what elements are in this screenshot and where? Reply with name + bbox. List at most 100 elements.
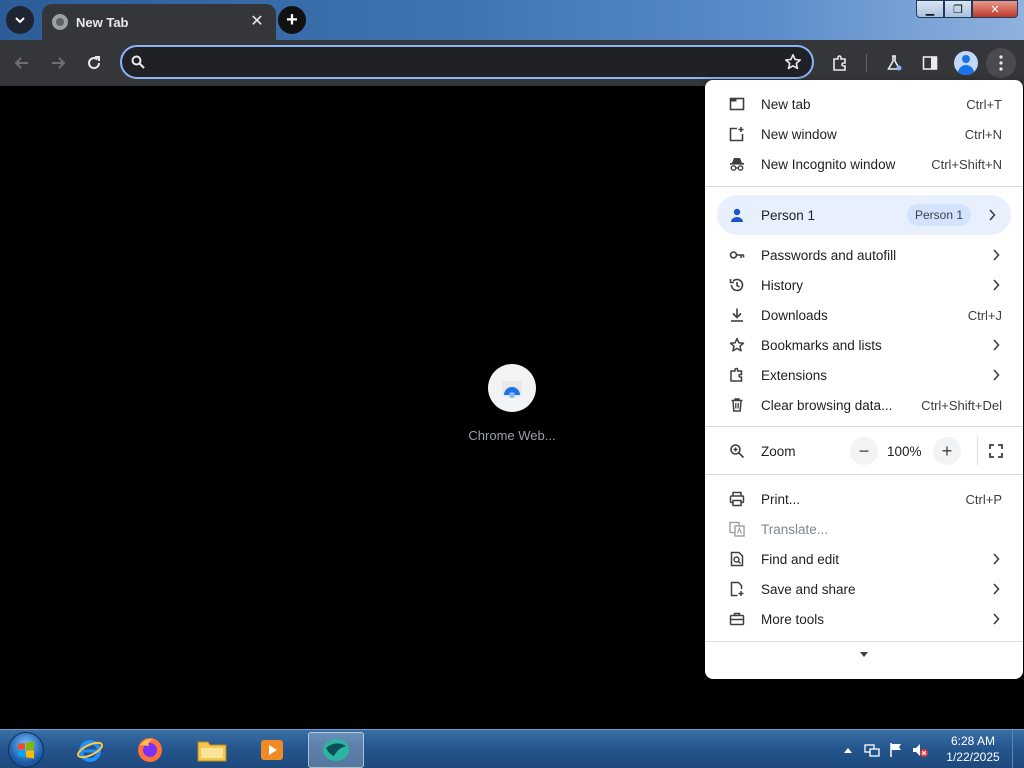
menu-divider <box>705 474 1023 475</box>
menu-item-label: Bookmarks and lists <box>761 337 882 353</box>
menu-item-new-window[interactable]: New window Ctrl+N <box>705 119 1023 149</box>
bookmark-star-icon[interactable] <box>784 53 802 71</box>
avatar-icon <box>954 51 978 75</box>
print-icon <box>729 491 745 507</box>
folder-icon <box>197 741 227 762</box>
caret-down-icon[interactable] <box>860 652 868 658</box>
menu-item-new-incognito-window[interactable]: New Incognito window Ctrl+Shift+N <box>705 149 1023 179</box>
menu-item-shortcut: Ctrl+N <box>964 126 1002 142</box>
menu-item-more-tools[interactable]: More tools <box>705 604 1023 634</box>
chevron-right-icon <box>993 369 1000 381</box>
side-panel-button[interactable] <box>918 51 942 75</box>
menu-item-passwords-autofill[interactable]: Passwords and autofill <box>705 240 1023 270</box>
show-hidden-icons-icon[interactable] <box>840 742 856 758</box>
menu-item-translate[interactable]: Translate... <box>705 514 1023 544</box>
arrow-right-icon <box>52 57 66 69</box>
menu-item-extensions[interactable]: Extensions <box>705 360 1023 390</box>
start-button[interactable] <box>8 732 44 768</box>
menu-item-print[interactable]: Print... Ctrl+P <box>705 484 1023 514</box>
chevron-right-icon <box>993 583 1000 595</box>
restore-button[interactable]: ❐ <box>944 0 972 18</box>
menu-divider <box>705 186 1023 187</box>
chrome-menu: New tab Ctrl+T New window Ctrl+N New Inc… <box>705 80 1023 679</box>
menu-item-label: New Incognito window <box>761 156 896 172</box>
new-tab-icon <box>729 97 745 111</box>
trash-icon <box>731 398 743 412</box>
windows-logo-icon <box>18 741 34 759</box>
chevron-right-icon <box>993 279 1000 291</box>
zoom-in-button[interactable]: + <box>933 437 961 465</box>
menu-item-profile[interactable]: Person 1 Person 1 <box>717 195 1011 235</box>
action-center-flag-icon[interactable] <box>888 742 904 758</box>
taskbar-explorer[interactable] <box>184 732 240 768</box>
reload-icon <box>88 56 101 70</box>
tab-strip: New Tab ✕ + ▁ ❐ ✕ <box>0 0 1024 40</box>
menu-item-label: Extensions <box>761 367 828 383</box>
menu-item-label: More tools <box>761 611 825 627</box>
chevron-right-icon <box>993 613 1000 625</box>
zoom-out-button[interactable]: − <box>850 437 878 465</box>
menu-item-downloads[interactable]: Downloads Ctrl+J <box>705 300 1023 330</box>
network-icon[interactable] <box>864 742 880 758</box>
toolbox-icon <box>729 612 745 626</box>
menu-item-find-edit[interactable]: Find and edit <box>705 544 1023 574</box>
kebab-menu-icon <box>999 55 1003 71</box>
taskbar-chrome-window[interactable] <box>308 732 364 768</box>
minimize-button[interactable]: ▁ <box>916 0 944 18</box>
chrome-menu-button[interactable] <box>986 48 1016 78</box>
menu-item-label: New window <box>761 126 837 142</box>
menu-item-bookmarks-lists[interactable]: Bookmarks and lists <box>705 330 1023 360</box>
chevron-right-icon <box>989 209 996 221</box>
shortcut-tile[interactable]: Chrome Web... <box>462 364 562 443</box>
puzzle-icon <box>730 367 743 382</box>
menu-item-save-share[interactable]: Save and share <box>705 574 1023 604</box>
clock-date: 1/22/2025 <box>946 750 1000 764</box>
internet-explorer-icon <box>77 740 103 762</box>
media-player-icon <box>261 740 283 760</box>
labs-button[interactable] <box>882 51 906 75</box>
address-bar[interactable] <box>120 45 814 79</box>
arrow-left-icon <box>14 57 28 69</box>
extensions-button[interactable] <box>828 51 852 75</box>
address-input[interactable] <box>154 51 774 73</box>
menu-item-shortcut: Ctrl+Shift+N <box>931 156 1002 172</box>
tab-close-icon[interactable]: ✕ <box>248 13 266 31</box>
plus-icon: + <box>941 440 953 461</box>
window-controls: ▁ ❐ ✕ <box>916 0 1018 18</box>
menu-item-label: Translate... <box>761 521 829 537</box>
incognito-icon <box>730 158 744 171</box>
save-share-icon <box>730 581 744 597</box>
forward-button[interactable] <box>46 51 70 75</box>
find-icon <box>730 551 744 567</box>
flask-icon <box>887 55 902 71</box>
new-tab-button[interactable]: + <box>278 6 306 34</box>
menu-item-history[interactable]: History <box>705 270 1023 300</box>
close-window-button[interactable]: ✕ <box>972 0 1018 18</box>
chevron-down-icon <box>15 17 25 24</box>
zoom-divider <box>977 437 978 465</box>
fullscreen-icon[interactable] <box>987 442 1005 460</box>
clock-time: 6:28 AM <box>950 734 996 748</box>
reload-button[interactable] <box>82 51 106 75</box>
profile-name: Person 1 <box>761 208 816 223</box>
star-icon <box>729 337 745 352</box>
show-desktop-button[interactable] <box>1012 730 1024 768</box>
download-icon <box>731 308 743 322</box>
volume-muted-icon[interactable] <box>912 742 928 758</box>
menu-item-new-tab[interactable]: New tab Ctrl+T <box>705 89 1023 119</box>
back-button[interactable] <box>10 51 34 75</box>
menu-divider <box>705 641 1023 642</box>
taskbar-firefox[interactable] <box>122 732 178 768</box>
tab-new-tab[interactable]: New Tab ✕ <box>42 4 276 40</box>
tab-search-button[interactable] <box>6 6 34 34</box>
chevron-right-icon <box>993 339 1000 351</box>
zoom-icon <box>730 444 745 459</box>
taskbar-media-player[interactable] <box>244 732 300 768</box>
taskbar-internet-explorer[interactable] <box>62 732 118 768</box>
new-window-icon <box>729 127 744 142</box>
firefox-icon <box>138 738 162 762</box>
profile-button[interactable] <box>954 51 978 75</box>
clock[interactable]: 6:28 AM 1/22/2025 <box>938 733 1008 765</box>
menu-item-clear-browsing-data[interactable]: Clear browsing data... Ctrl+Shift+Del <box>705 390 1023 420</box>
search-icon <box>131 55 145 69</box>
